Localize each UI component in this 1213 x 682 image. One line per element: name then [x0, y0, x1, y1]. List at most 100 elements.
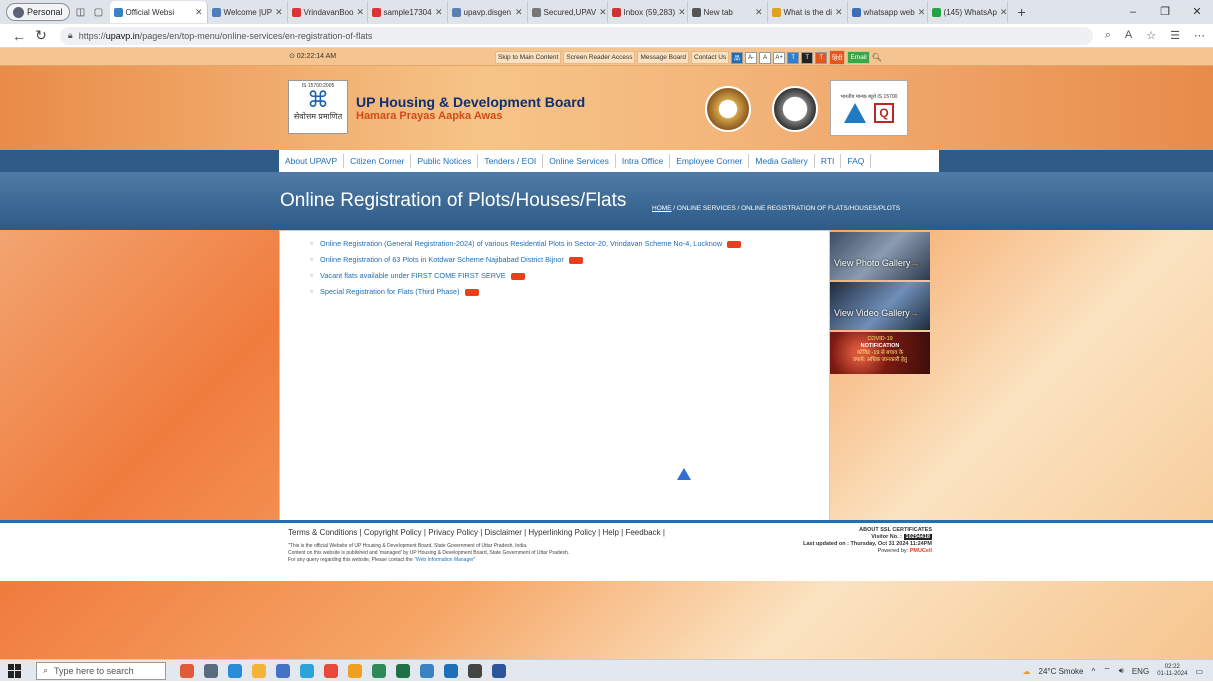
restore-button[interactable]: ❐ — [1149, 0, 1181, 24]
close-tab-icon[interactable]: ✕ — [678, 7, 686, 18]
calculator-icon[interactable] — [276, 663, 290, 678]
theme-dark-button[interactable]: T — [801, 51, 814, 64]
video-gallery-tile[interactable]: View Video Gallery→ — [830, 282, 930, 330]
browser-tab[interactable]: upavp.disgen ✕ — [448, 1, 528, 23]
lock-icon[interactable]: 🔒︎ — [68, 30, 73, 41]
taskbar-search[interactable]: ⌕ Type here to search — [36, 661, 166, 680]
email-button[interactable]: Email — [847, 51, 870, 64]
close-window-button[interactable]: ✕ — [1181, 0, 1213, 24]
zoom-icon[interactable]: ⌕ — [1105, 29, 1111, 42]
browser-tab[interactable]: Welcome |UP ✕ — [208, 1, 288, 23]
web-info-manager-link[interactable]: "Web Information Manager" — [414, 557, 475, 563]
browser-tab[interactable]: VrindavanBoo ✕ — [288, 1, 368, 23]
font-decrease-button[interactable]: A- — [745, 51, 758, 64]
menu-item-faq[interactable]: FAQ — [841, 154, 872, 168]
app-icon-4[interactable] — [468, 663, 482, 678]
paint-icon[interactable] — [300, 663, 314, 678]
menu-item-media-gallery[interactable]: Media Gallery — [749, 154, 815, 168]
ssl-link[interactable]: ABOUT SSL CERTIFICATES — [859, 527, 932, 533]
menu-item-intra-office[interactable]: Intra Office — [616, 154, 671, 168]
browser-tab[interactable]: New tab ✕ — [688, 1, 768, 23]
menu-item-citizen-corner[interactable]: Citizen Corner — [344, 154, 412, 168]
browser-tab[interactable]: Official Websi ✕ — [109, 1, 208, 23]
profile-button[interactable]: Personal — [6, 3, 70, 21]
close-tab-icon[interactable]: ✕ — [599, 7, 606, 18]
search-icon[interactable]: 🔍︎ — [872, 53, 882, 62]
language-indicator[interactable]: ENG — [1132, 667, 1149, 676]
photo-gallery-tile[interactable]: View Photo Gallery→ — [830, 232, 930, 280]
file-explorer-icon[interactable] — [252, 663, 266, 678]
close-tab-icon[interactable]: ✕ — [835, 7, 843, 18]
browser-tab[interactable]: Secured,UPAV ✕ — [528, 1, 608, 23]
widgets-icon[interactable] — [180, 663, 194, 678]
sitemap-icon[interactable]: 品 — [731, 51, 744, 64]
upavp-logo[interactable]: IS 15700:2005 ⌘ सेवोत्तम प्रमाणित — [288, 80, 348, 134]
menu-item-public-notices[interactable]: Public Notices — [411, 154, 479, 168]
theme-blue-button[interactable]: T — [787, 51, 800, 64]
breadcrumb-home[interactable]: HOME — [652, 205, 672, 212]
registration-link[interactable]: Online Registration of 63 Plots in Kotdw… — [310, 256, 829, 264]
browser-tab[interactable]: (145) WhatsAp ✕ — [928, 1, 1008, 23]
contact-us-link[interactable]: Contact Us — [691, 51, 730, 64]
browser-tab[interactable]: whatsapp web ✕ — [848, 1, 928, 23]
start-button[interactable] — [8, 663, 22, 678]
app-icon-2[interactable] — [372, 663, 386, 678]
app-icon[interactable] — [348, 663, 362, 678]
registration-link[interactable]: Vacant flats available under FIRST COME … — [310, 272, 829, 280]
close-tab-icon[interactable]: ✕ — [515, 7, 523, 18]
close-tab-icon[interactable]: ✕ — [918, 7, 926, 18]
workspaces-icon[interactable]: ◫ — [74, 5, 88, 19]
close-tab-icon[interactable]: ✕ — [755, 7, 763, 18]
menu-item-employee-corner[interactable]: Employee Corner — [670, 154, 750, 168]
weather-text[interactable]: 24°C Smoke — [1039, 667, 1084, 676]
utility-links: Skip to Main Content Screen Reader Acces… — [495, 50, 882, 65]
more-icon[interactable]: ⋯ — [1194, 29, 1205, 42]
browser-tab[interactable]: What is the di ✕ — [768, 1, 848, 23]
font-normal-button[interactable]: A — [759, 51, 772, 64]
menu-item-about-upavp[interactable]: About UPAVP — [279, 154, 345, 168]
close-tab-icon[interactable]: ✕ — [435, 7, 443, 18]
footer-line-1: "This is the official Website of UP Hous… — [288, 543, 528, 549]
pmucell-link[interactable]: PMUCell — [910, 548, 932, 554]
back-icon[interactable]: ← — [8, 28, 30, 44]
task-view-icon[interactable] — [204, 663, 218, 678]
menu-item-tenders-eoi[interactable]: Tenders / EOI — [478, 154, 544, 168]
favorite-star-icon[interactable]: ☆ — [1146, 29, 1156, 42]
close-tab-icon[interactable]: ✕ — [357, 7, 365, 18]
screen-reader-link[interactable]: Screen Reader Access — [563, 51, 636, 64]
menu-item-online-services[interactable]: Online Services — [543, 154, 616, 168]
network-icon[interactable]: ⌔ — [1103, 666, 1111, 676]
excel-icon[interactable] — [396, 663, 410, 678]
app-icon-3[interactable] — [420, 663, 434, 678]
minimize-button[interactable]: – — [1117, 0, 1149, 24]
close-tab-icon[interactable]: ✕ — [195, 7, 203, 18]
browser-tab[interactable]: sample17304 ✕ — [368, 1, 448, 23]
registration-link[interactable]: Online Registration (General Registratio… — [310, 240, 829, 248]
taskbar-clock[interactable]: 02:22 01-11-2024 — [1157, 664, 1187, 678]
favorites-icon[interactable]: ☰ — [1170, 29, 1180, 42]
covid-notification-tile[interactable]: COVID-19 NOTIFICATION कोविड -19 से बचाव … — [830, 332, 930, 374]
vscode-icon[interactable] — [444, 663, 458, 678]
message-board-link[interactable]: Message Board — [637, 51, 689, 64]
menu-item-rti[interactable]: RTI — [815, 154, 842, 168]
chrome-icon[interactable] — [324, 663, 338, 678]
close-tab-icon[interactable]: ✕ — [1000, 7, 1007, 18]
notification-icon[interactable]: ▭ — [1195, 667, 1203, 676]
tray-chevron-icon[interactable]: ^ — [1092, 667, 1096, 676]
word-icon[interactable] — [492, 663, 506, 678]
font-increase-button[interactable]: A+ — [773, 51, 786, 64]
theme-orange-button[interactable]: T — [815, 51, 828, 64]
hindi-button[interactable]: हिंदी — [829, 50, 846, 65]
volume-icon[interactable]: 🔊︎ — [1119, 666, 1124, 676]
close-tab-icon[interactable]: ✕ — [275, 7, 283, 18]
footer-links[interactable]: Terms & Conditions | Copyright Policy | … — [288, 528, 665, 537]
new-tab-button[interactable]: + — [1018, 4, 1026, 20]
url-field[interactable]: 🔒︎ https://upavp.in/pages/en/top-menu/on… — [59, 26, 1093, 45]
refresh-icon[interactable]: ↻ — [30, 27, 52, 44]
registration-link[interactable]: Special Registration for Flats (Third Ph… — [310, 288, 829, 296]
skip-main-link[interactable]: Skip to Main Content — [495, 51, 562, 64]
edge-icon[interactable] — [228, 663, 242, 678]
read-aloud-icon[interactable]: A — [1125, 29, 1132, 42]
tab-actions-icon[interactable]: ▢ — [92, 5, 106, 19]
browser-tab[interactable]: Inbox (59,283) ✕ — [608, 1, 688, 23]
